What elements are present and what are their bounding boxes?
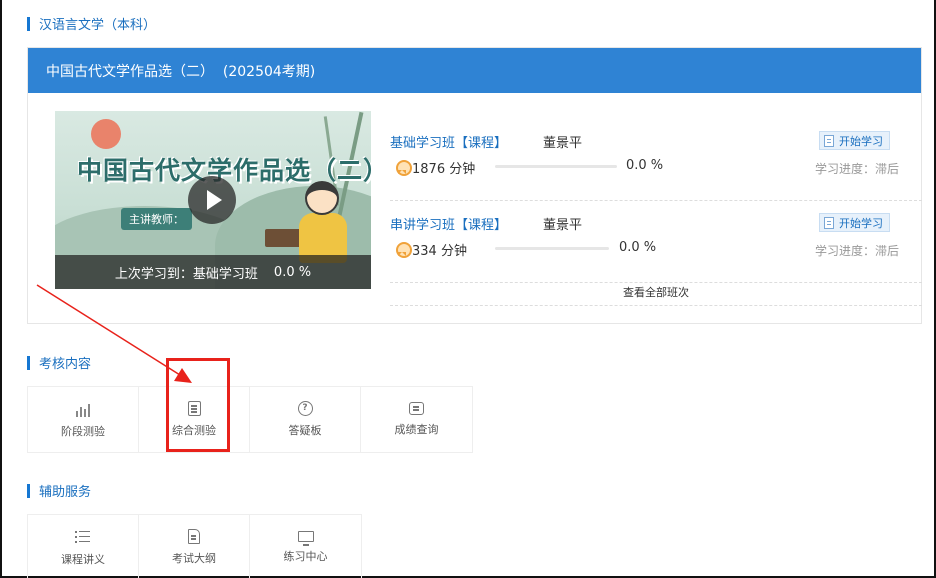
annotation-arrow	[36, 284, 192, 383]
annotation-arrow-line	[36, 284, 181, 376]
annotation-highlight-box	[166, 358, 230, 452]
